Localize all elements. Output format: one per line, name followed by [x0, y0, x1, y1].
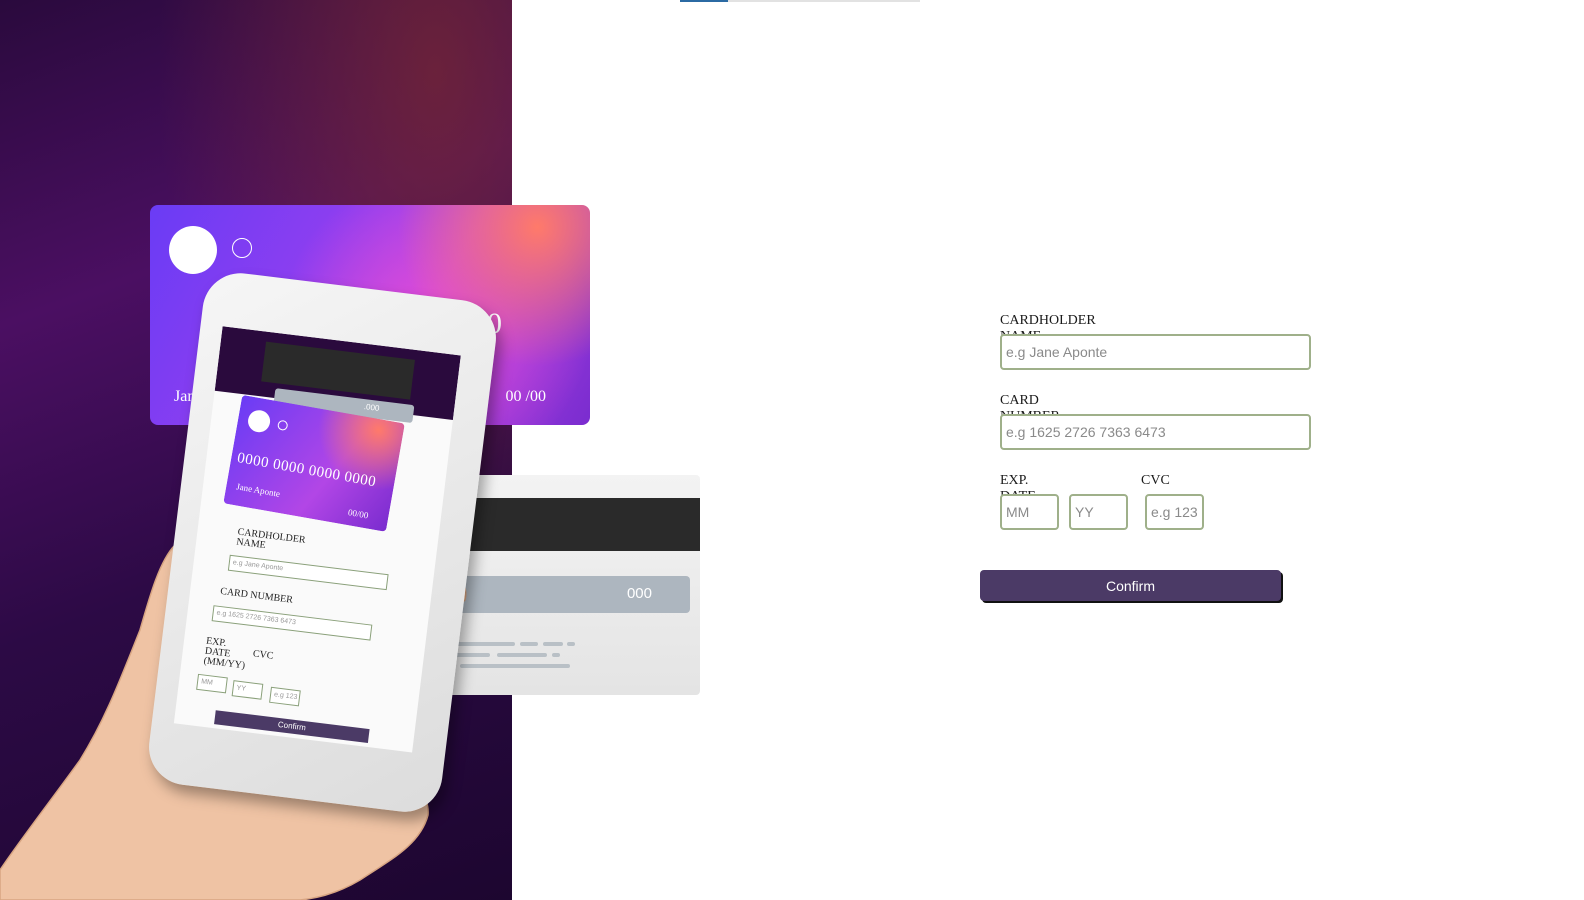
phone-cardholder-input: e.g Jane Aponte [227, 554, 389, 591]
phone-mockup: .000 0000 0000 0000 0000 Jane Aponte 00/… [144, 268, 501, 817]
card-front-exp: 00 /00 [505, 388, 546, 405]
phone-cvc-label: CVC [252, 648, 274, 662]
phone-screen: .000 0000 0000 0000 0000 Jane Aponte 00/… [173, 326, 461, 753]
card-back-cvc: 000 [626, 585, 652, 602]
card-logo-circle-icon [169, 226, 217, 274]
phone-card-back-cvc: .000 [363, 402, 380, 413]
cvc-label: CVC [1141, 473, 1170, 488]
card-back-decor-line [543, 642, 563, 646]
card-back-decor-line [552, 653, 560, 657]
card-back-decor-line [520, 642, 538, 646]
card-back-decor-line [567, 642, 575, 646]
phone-number-label: CARD NUMBER [219, 585, 294, 606]
exp-year-input[interactable] [1069, 494, 1128, 530]
phone-card-logo-circle-icon [246, 408, 272, 434]
confirm-button[interactable]: Confirm [980, 570, 1281, 601]
cardholder-name-input[interactable] [1000, 334, 1311, 370]
phone-cardholder-label: CARDHOLDER NAME [235, 526, 307, 552]
phone-yy-input: YY [231, 680, 264, 700]
signature-strip [445, 576, 690, 613]
phone-cvc-input: e.g 123 [269, 686, 301, 707]
card-back-decor-line [497, 653, 547, 657]
phone-confirm-button: Confirm [214, 710, 370, 744]
cvc-input[interactable] [1145, 494, 1204, 530]
top-divider-accent [680, 0, 728, 2]
phone-exp-label: EXP. DATE (MM/YY) [203, 635, 246, 672]
phone-card-holder: Jane Aponte [235, 481, 281, 499]
card-logo-ring-icon [232, 238, 252, 258]
phone-number-input: e.g 1625 2726 7363 6473 [211, 605, 373, 641]
exp-month-input[interactable] [1000, 494, 1059, 530]
card-number-input[interactable] [1000, 414, 1311, 450]
card-back-decor-line [460, 664, 570, 668]
phone-card-logo-ring-icon [276, 419, 289, 432]
phone-mm-input: MM [196, 673, 228, 694]
phone-card-exp: 00/00 [347, 507, 370, 521]
